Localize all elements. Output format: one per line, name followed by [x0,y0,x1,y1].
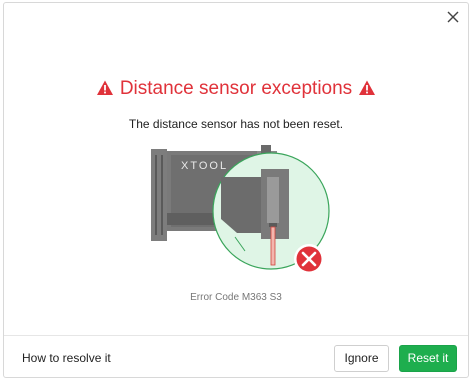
dialog-title: Distance sensor exceptions [119,78,353,99]
reset-button[interactable]: Reset it [399,345,457,372]
ignore-button[interactable]: Ignore [334,345,389,372]
xtool-logo: XTOOL [181,160,228,172]
dialog-title-row: Distance sensor exceptions [4,77,468,101]
warning-triangle-icon [96,80,113,95]
dialog-message: The distance sensor has not been reset. [128,117,344,131]
how-to-resolve-link[interactable]: How to resolve it [22,351,111,365]
error-code-label: Error Code M363 S3 [190,292,282,303]
error-dialog: Distance sensor exceptions The distance … [3,2,469,378]
close-icon[interactable] [444,8,462,26]
laser-head-illustration: XTOOL [151,145,330,274]
warning-triangle-icon [359,80,376,95]
footer-divider [4,335,468,336]
